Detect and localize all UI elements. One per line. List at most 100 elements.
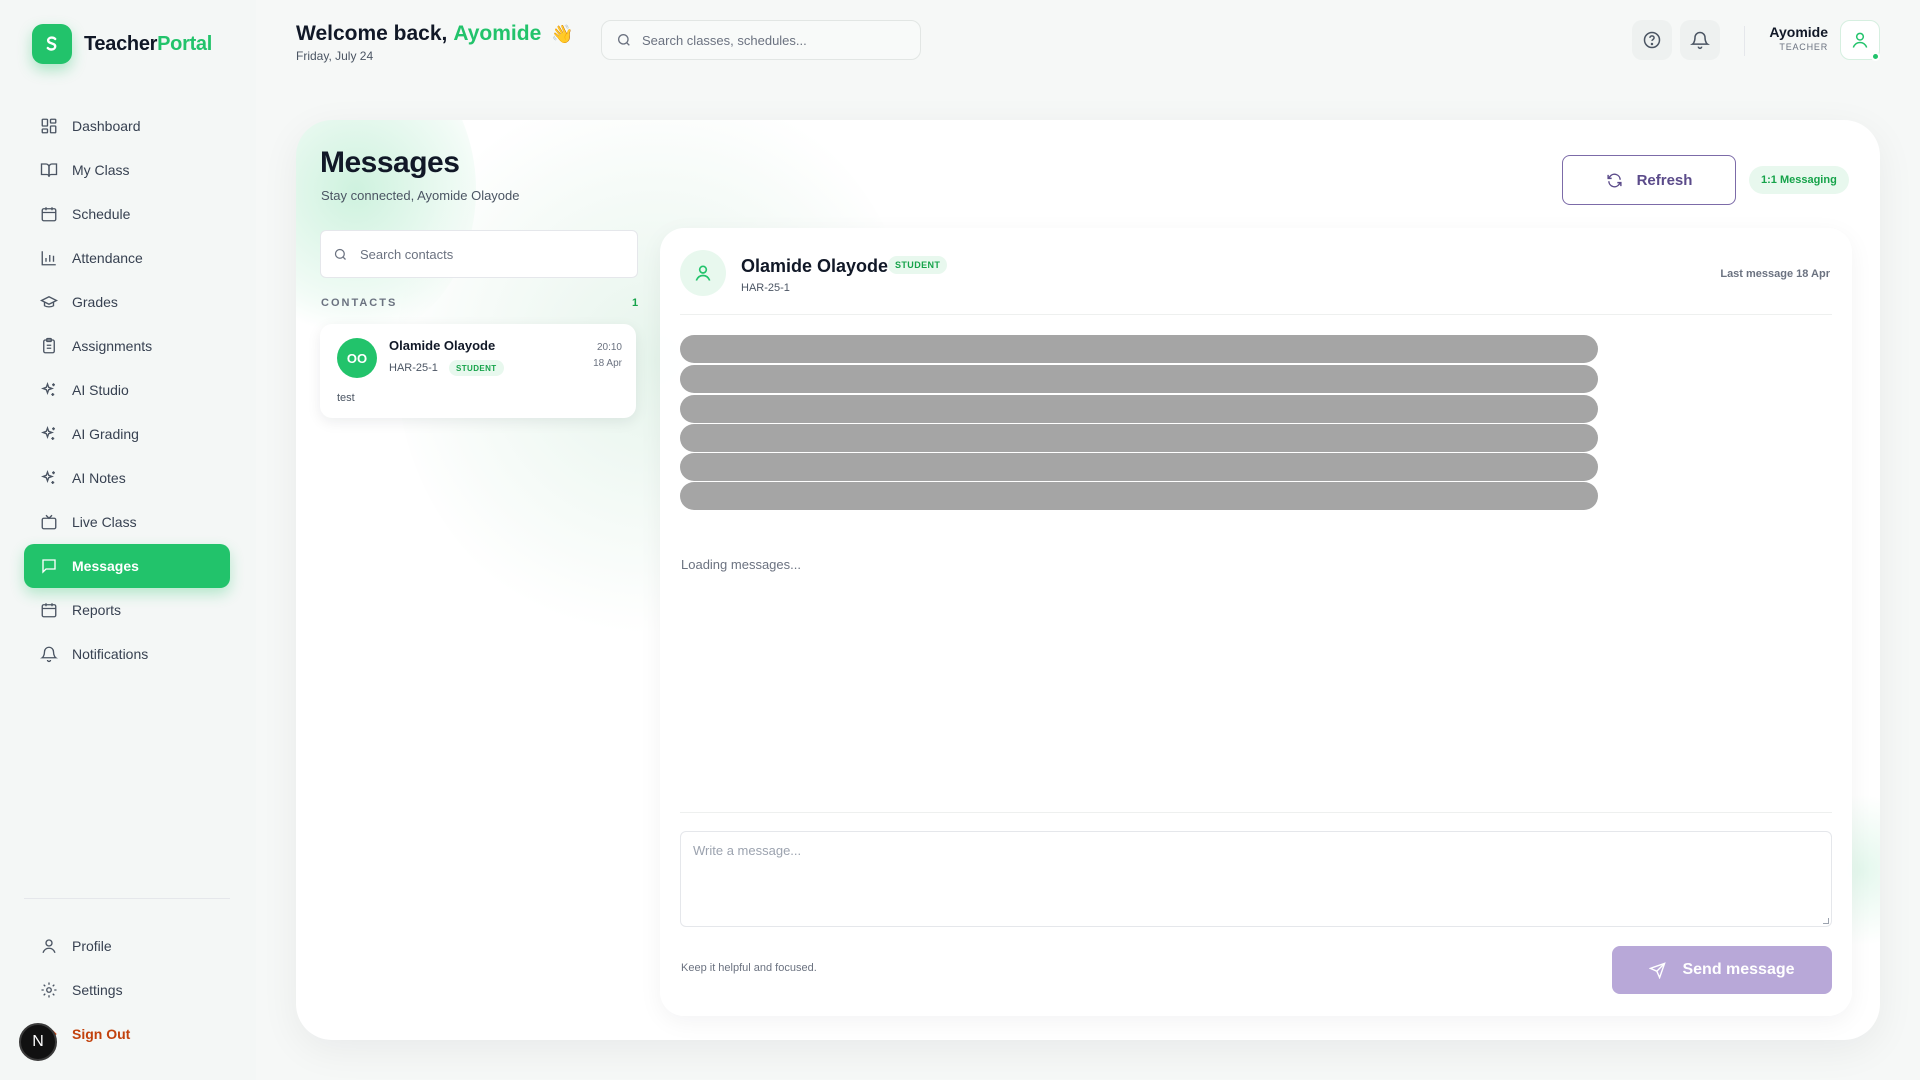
refresh-label: Refresh bbox=[1636, 171, 1693, 189]
wave-emoji-icon: 👋 bbox=[551, 23, 574, 44]
send-icon bbox=[1649, 961, 1667, 979]
sidebar-item-my-class[interactable]: My Class bbox=[24, 148, 230, 192]
welcome-user-name: Ayomide bbox=[453, 22, 542, 45]
chat-contact-name: Olamide Olayode bbox=[741, 256, 889, 276]
chat-role-badge: STUDENT bbox=[888, 256, 948, 274]
search-icon bbox=[618, 34, 630, 46]
user-icon bbox=[42, 939, 56, 954]
floating-n-badge[interactable]: N bbox=[19, 1023, 57, 1061]
sidebar-item-ai-notes[interactable]: AI Notes bbox=[24, 456, 230, 500]
online-status-dot bbox=[1871, 52, 1880, 61]
dashboard-icon bbox=[41, 118, 57, 134]
sidebar-item-profile[interactable]: Profile bbox=[24, 924, 230, 968]
bell-icon bbox=[40, 646, 58, 663]
sidebar-item-settings[interactable]: Settings bbox=[24, 968, 230, 1012]
message-skeleton bbox=[680, 335, 1598, 363]
refresh-icon bbox=[1606, 173, 1622, 187]
chat-header-divider bbox=[680, 314, 1832, 315]
sidebar-item-schedule[interactable]: Schedule bbox=[24, 192, 230, 236]
send-message-label: Send message bbox=[1682, 961, 1795, 978]
brand-name: TeacherPortal bbox=[84, 33, 212, 56]
welcome-title: Welcome back, Ayomide 👋 bbox=[296, 22, 574, 46]
sidebar-item-live-class[interactable]: Live Class bbox=[24, 500, 230, 544]
send-message-button[interactable]: Send message bbox=[1612, 946, 1832, 994]
sidebar-item-ai-grading[interactable]: AI Grading bbox=[24, 412, 230, 456]
user-name: Ayomide bbox=[1769, 24, 1828, 40]
sidebar-item-label: Sign Out bbox=[72, 1026, 131, 1042]
sidebar-item-assignments[interactable]: Assignments bbox=[24, 324, 230, 368]
brand[interactable]: TeacherPortal bbox=[32, 24, 212, 64]
message-skeleton bbox=[680, 482, 1598, 510]
sidebar-item-dashboard[interactable]: Dashboard bbox=[24, 104, 230, 148]
contact-class: HAR-25-1 bbox=[389, 362, 438, 374]
page-subtitle: Stay connected, Ayomide Olayode bbox=[321, 188, 520, 203]
chat-avatar bbox=[680, 250, 726, 296]
contacts-label: CONTACTS bbox=[321, 297, 398, 309]
sidebar-item-label: Notifications bbox=[72, 646, 149, 662]
contact-avatar: OO bbox=[337, 338, 377, 378]
sidebar-item-notifications[interactable]: Notifications bbox=[24, 632, 230, 676]
sidebar-item-messages[interactable]: Messages bbox=[24, 544, 230, 588]
sidebar-item-label: AI Notes bbox=[72, 470, 126, 486]
sidebar-item-ai-studio[interactable]: AI Studio bbox=[24, 368, 230, 412]
sidebar-item-grades[interactable]: Grades bbox=[24, 280, 230, 324]
sidebar-item-label: Grades bbox=[72, 294, 118, 310]
chat-contact-class: HAR-25-1 bbox=[741, 282, 790, 294]
sidebar-item-label: Reports bbox=[72, 602, 122, 618]
sparkles-icon bbox=[41, 382, 55, 396]
contact-search-input[interactable] bbox=[360, 246, 620, 262]
sidebar-item-label: Assignments bbox=[72, 338, 153, 354]
composer-hint: Keep it helpful and focused. bbox=[681, 962, 817, 974]
sidebar-item-label: Live Class bbox=[72, 514, 137, 530]
message-skeleton bbox=[680, 453, 1598, 481]
brand-name-accent: Portal bbox=[157, 32, 213, 55]
contact-time: 20:10 bbox=[596, 342, 622, 353]
contacts-count: 1 bbox=[632, 297, 639, 309]
book-icon bbox=[40, 163, 58, 177]
contact-search[interactable] bbox=[320, 230, 638, 278]
sparkles-icon bbox=[41, 470, 55, 484]
message-input[interactable] bbox=[680, 831, 1832, 927]
brand-name-main: Teacher bbox=[84, 32, 158, 55]
calendar-icon bbox=[41, 207, 57, 222]
calendar-icon bbox=[41, 603, 57, 618]
sidebar-item-label: Schedule bbox=[72, 206, 131, 222]
sparkles-icon bbox=[41, 426, 55, 440]
notifications-button[interactable] bbox=[1680, 20, 1720, 60]
sidebar-item-attendance[interactable]: Attendance bbox=[24, 236, 230, 280]
sidebar-item-label: Attendance bbox=[72, 250, 143, 266]
user-info[interactable]: Ayomide TEACHER bbox=[1769, 24, 1828, 52]
last-message-date: Last message 18 Apr bbox=[1720, 268, 1830, 280]
contact-date: 18 Apr bbox=[593, 358, 622, 369]
contact-name: Olamide Olayode bbox=[389, 338, 496, 353]
welcome-block: Welcome back, Ayomide 👋 Friday, July 24 bbox=[296, 22, 574, 63]
message-icon bbox=[42, 559, 56, 574]
clipboard-icon bbox=[43, 337, 55, 354]
sidebar-nav: Dashboard My Class Schedule Attendance G… bbox=[24, 104, 230, 676]
welcome-prefix: Welcome back, bbox=[296, 22, 448, 45]
message-skeleton bbox=[680, 424, 1598, 452]
message-skeleton bbox=[680, 365, 1598, 393]
sidebar-item-label: Profile bbox=[72, 938, 112, 954]
help-button[interactable] bbox=[1632, 20, 1672, 60]
user-icon bbox=[695, 265, 711, 281]
global-search-input[interactable] bbox=[642, 32, 902, 48]
resize-handle-icon[interactable] bbox=[1823, 918, 1829, 924]
chat-panel: Olamide Olayode STUDENT HAR-25-1 Last me… bbox=[660, 228, 1852, 1016]
messaging-mode-badge: 1:1 Messaging bbox=[1749, 166, 1849, 194]
loading-messages-text: Loading messages... bbox=[681, 557, 801, 572]
refresh-button[interactable]: Refresh bbox=[1562, 155, 1736, 205]
tv-icon bbox=[41, 514, 57, 530]
sidebar-item-label: My Class bbox=[72, 162, 130, 178]
header-divider bbox=[1744, 26, 1745, 56]
message-skeleton bbox=[680, 395, 1598, 423]
graduation-cap-icon bbox=[40, 295, 58, 308]
contact-item[interactable]: OO Olamide Olayode HAR-25-1 STUDENT 20:1… bbox=[320, 324, 636, 418]
contact-preview: test bbox=[337, 392, 355, 404]
search-icon bbox=[334, 248, 346, 260]
global-search[interactable] bbox=[601, 20, 921, 60]
sidebar-divider bbox=[24, 898, 230, 899]
contact-role-badge: STUDENT bbox=[449, 360, 504, 376]
sidebar: TeacherPortal Dashboard My Class Schedul… bbox=[0, 0, 256, 1080]
sidebar-item-reports[interactable]: Reports bbox=[24, 588, 230, 632]
